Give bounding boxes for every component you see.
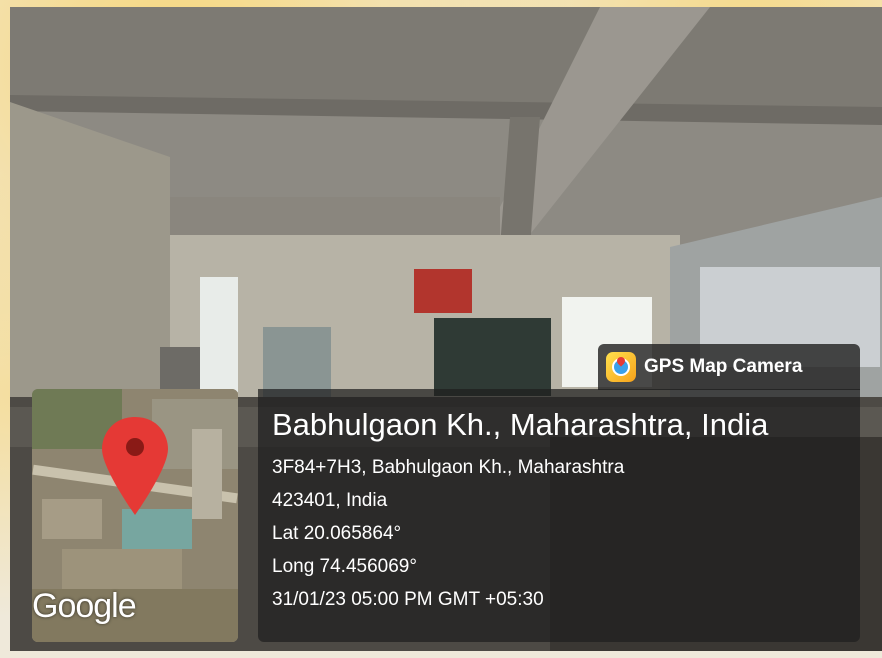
satellite-map-thumbnail: Google — [32, 389, 238, 642]
google-logo: Google — [32, 587, 137, 625]
gps-map-camera-app-icon — [606, 352, 636, 382]
address-line-1: 3F84+7H3, Babhulgaon Kh., Maharashtra — [272, 457, 625, 478]
gps-map-camera-badge: GPS Map Camera — [598, 344, 860, 390]
datetime: 31/01/23 05:00 PM GMT +05:30 — [272, 589, 544, 610]
latitude: Lat 20.065864° — [272, 523, 402, 544]
address-line-2: 423401, India — [272, 490, 388, 511]
longitude: Long 74.456069° — [272, 556, 417, 577]
badge-label: GPS Map Camera — [644, 356, 803, 377]
location-info-panel: Babhulgaon Kh., Maharashtra, India 3F84+… — [258, 389, 860, 642]
location-title: Babhulgaon Kh., Maharashtra, India — [272, 407, 769, 442]
